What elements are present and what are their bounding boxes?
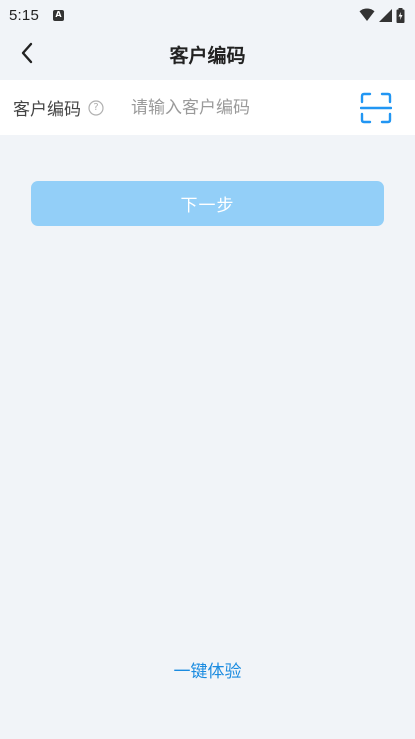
wifi-icon bbox=[359, 8, 375, 21]
scan-button[interactable] bbox=[359, 91, 393, 125]
status-right bbox=[359, 7, 405, 23]
notification-icon: A bbox=[53, 9, 64, 21]
notification-icon-glyph: A bbox=[55, 10, 62, 19]
status-left: 5:15 A bbox=[9, 7, 64, 24]
battery-icon bbox=[396, 7, 405, 23]
status-time: 5:15 bbox=[9, 6, 39, 24]
chevron-left-icon bbox=[21, 42, 33, 64]
customer-code-row: 客户编码 ? bbox=[0, 80, 415, 135]
back-button[interactable] bbox=[12, 38, 42, 68]
app-header: 客户编码 bbox=[0, 30, 415, 78]
status-bar: 5:15 A bbox=[0, 0, 415, 30]
scan-icon bbox=[360, 92, 392, 124]
customer-code-label: 客户编码 bbox=[13, 100, 81, 120]
help-icon[interactable]: ? bbox=[88, 99, 104, 116]
help-icon-glyph: ? bbox=[93, 101, 99, 113]
next-step-button[interactable]: 下一步 bbox=[31, 181, 384, 226]
page-title: 客户编码 bbox=[169, 44, 246, 67]
one-click-trial-link[interactable]: 一键体验 bbox=[0, 657, 415, 682]
cellular-signal-icon bbox=[379, 8, 392, 22]
customer-code-input[interactable] bbox=[131, 97, 331, 118]
